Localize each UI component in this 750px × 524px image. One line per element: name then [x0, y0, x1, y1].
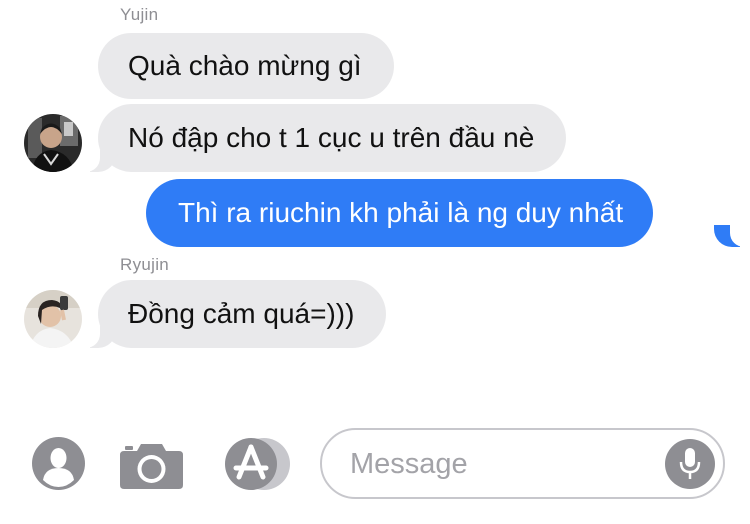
microphone-button[interactable] — [665, 439, 715, 489]
message-text: Đồng cảm quá=))) — [128, 298, 355, 329]
message-bubble-incoming[interactable]: Đồng cảm quá=))) — [98, 280, 387, 348]
contact-icon[interactable] — [32, 437, 85, 495]
message-text: Thì ra riuchin kh phải là ng duy nhất — [178, 197, 624, 228]
bubble-tail — [78, 326, 116, 348]
message-bubble-incoming[interactable]: Nó đập cho t 1 cục u trên đầu nè — [98, 104, 567, 172]
app-store-icon[interactable] — [224, 437, 294, 496]
message-bubble-outgoing[interactable]: Thì ra riuchin kh phải là ng duy nhất — [146, 179, 654, 247]
microphone-icon — [679, 448, 701, 479]
bubble-tail — [78, 150, 116, 172]
message-field[interactable] — [320, 428, 725, 499]
avatar-yujin[interactable] — [24, 114, 82, 172]
sender-name-yujin: Yujin — [120, 5, 159, 24]
message-text: Quà chào mừng gì — [128, 50, 362, 81]
message-text: Nó đập cho t 1 cục u trên đầu nè — [128, 122, 535, 153]
avatar-ryujin[interactable] — [24, 290, 82, 348]
sender-name-ryujin: Ryujin — [120, 255, 170, 274]
message-input[interactable] — [350, 444, 650, 484]
camera-icon[interactable] — [119, 440, 184, 495]
bubble-tail — [714, 225, 750, 247]
message-bubble-incoming[interactable]: Quà chào mừng gì — [98, 33, 394, 99]
